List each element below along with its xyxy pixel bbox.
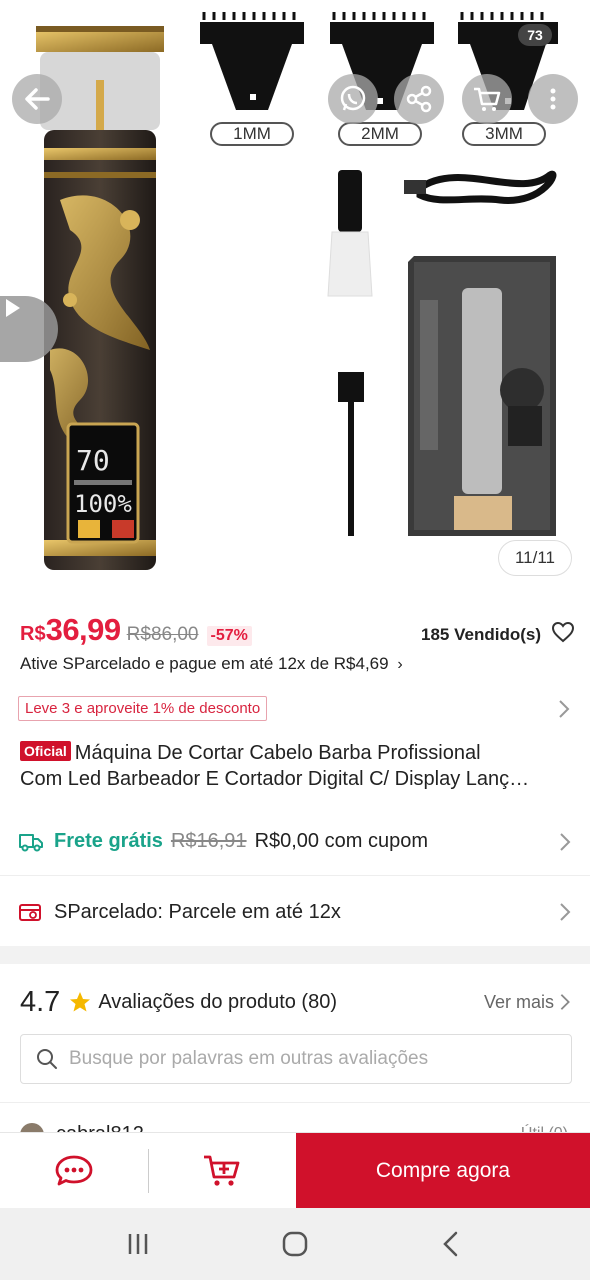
play-icon [6, 299, 20, 317]
chevron-right-icon [559, 700, 570, 718]
product-title-line1: Máquina De Cortar Cabelo Barba Profissio… [74, 742, 481, 764]
arrow-left-icon [25, 88, 50, 110]
system-back-icon[interactable] [437, 1229, 467, 1259]
heart-icon[interactable] [551, 620, 575, 644]
chevron-right-icon [560, 832, 571, 851]
guide-label-3mm: 3MM [462, 122, 546, 146]
review-search-box[interactable] [20, 1034, 572, 1084]
share-icon [406, 85, 432, 113]
home-icon[interactable] [280, 1229, 310, 1259]
recent-apps-icon[interactable] [123, 1229, 153, 1259]
rating-score: 4.7 [20, 985, 61, 1018]
review-search-input[interactable] [69, 1048, 549, 1070]
share-button[interactable] [394, 74, 444, 124]
display-speed-readout: 70 [76, 444, 110, 477]
bottom-action-bar: Compre agora [0, 1132, 590, 1209]
installments-link[interactable]: Ative SParcelado e pague em até 12x de R… [20, 654, 403, 674]
product-title: Oficial Máquina De Cortar Cabelo Barba Pr… [20, 740, 572, 792]
review-item: cabral812 Útil (0) [0, 1102, 590, 1136]
section-divider [0, 946, 590, 964]
truck-icon [19, 833, 43, 851]
whatsapp-icon [340, 85, 366, 111]
cart-icon [474, 87, 501, 111]
more-vertical-icon [550, 88, 556, 110]
sparcelado-row[interactable]: SParcelado: Parcele em até 12x [0, 878, 590, 946]
installment-card-icon [19, 904, 41, 921]
sparcelado-label: SParcelado: Parcele em até 12x [54, 900, 341, 923]
add-to-cart-button[interactable] [149, 1133, 297, 1209]
current-price: 36,99 [45, 612, 122, 647]
more-options-button[interactable] [528, 74, 578, 124]
guide-label-1mm: 1MM [210, 122, 294, 146]
star-icon [70, 992, 91, 1012]
whatsapp-share-button[interactable] [328, 74, 378, 124]
reviews-label: Avaliações do produto (80) [98, 990, 337, 1013]
promo-tag: Leve 3 e aproveite 1% de desconto [18, 696, 268, 721]
promo-row[interactable]: Leve 3 e aproveite 1% de desconto [18, 696, 573, 722]
chat-button[interactable] [0, 1133, 148, 1209]
installments-text: Ative SParcelado e pague em até 12x de R… [20, 654, 389, 673]
back-button[interactable] [12, 74, 62, 124]
display-battery-readout: 100% [74, 490, 132, 518]
chevron-right-icon [560, 903, 571, 921]
price-row: R$ 36,99 R$86,00 -57% 185 Vendido(s) [20, 612, 575, 648]
see-more-reviews-link[interactable]: Ver mais [484, 992, 572, 1013]
reviews-header: 4.7 Avaliações do produto (80) Ver mais [20, 984, 572, 1020]
system-nav-bar [0, 1208, 590, 1280]
image-counter: 11/11 [498, 540, 572, 576]
official-badge: Oficial [20, 741, 71, 761]
price-currency: R$ [20, 623, 46, 645]
chevron-right-icon: › [397, 656, 403, 673]
product-title-line2: Com Led Barbeador E Cortador Digital C/ … [20, 768, 530, 790]
cart-plus-icon [204, 1155, 240, 1186]
chat-icon [55, 1155, 93, 1186]
original-price: R$86,00 [126, 624, 199, 645]
free-shipping-label: Frete grátis [54, 830, 163, 852]
cart-button[interactable] [462, 74, 512, 124]
product-image-gallery[interactable]: 70 100% 1MM 2MM 3MM 73 11/11 [0, 0, 590, 595]
search-icon [37, 1049, 57, 1069]
see-more-label: Ver mais [483, 991, 554, 1012]
sold-count: 185 Vendido(s) [421, 625, 541, 644]
shipping-old-price: R$16,91 [170, 830, 247, 852]
cart-count-badge: 73 [518, 24, 552, 46]
shipping-new-price: R$0,00 com cupom [254, 830, 428, 852]
chevron-right-icon [560, 994, 570, 1010]
buy-now-button[interactable]: Compre agora [296, 1133, 590, 1209]
shipping-row[interactable]: Frete grátis R$16,91 R$0,00 com cupom [0, 808, 590, 876]
guide-label-2mm: 2MM [338, 122, 422, 146]
discount-badge: -57% [206, 626, 252, 646]
